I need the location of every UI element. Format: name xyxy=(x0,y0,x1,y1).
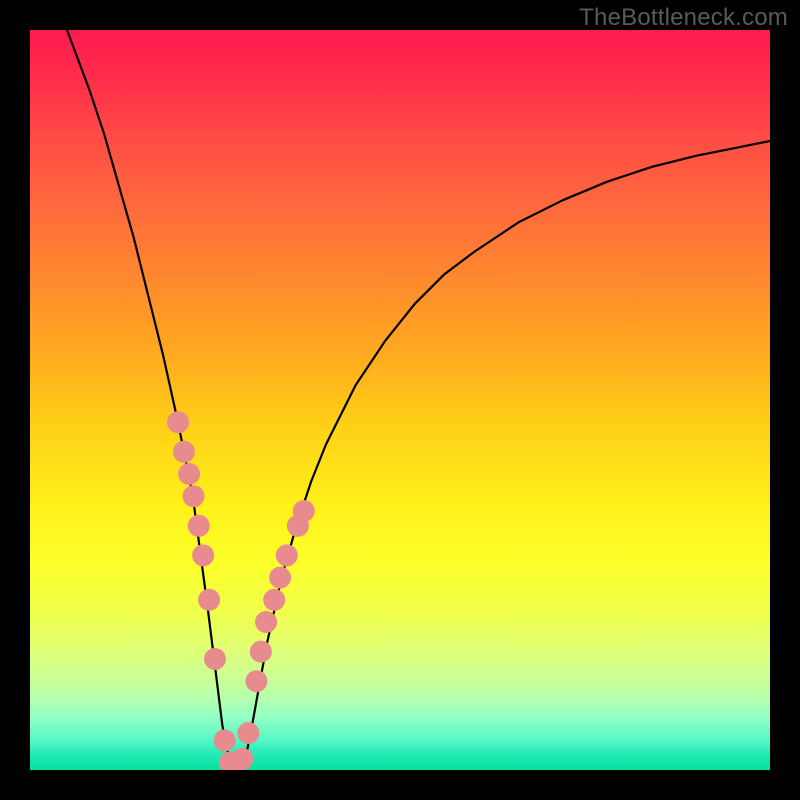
sample-dot xyxy=(237,722,259,744)
chart-frame: TheBottleneck.com xyxy=(0,0,800,800)
sample-dot xyxy=(263,589,285,611)
sample-dot xyxy=(276,544,298,566)
watermark-text: TheBottleneck.com xyxy=(579,4,788,32)
sample-dots-group xyxy=(167,411,315,770)
sample-dot xyxy=(255,611,277,633)
sample-dot xyxy=(192,544,214,566)
sample-dot xyxy=(183,485,205,507)
sample-dot xyxy=(293,500,315,522)
sample-dot xyxy=(173,441,195,463)
sample-dot xyxy=(188,515,210,537)
bottleneck-curve xyxy=(67,30,770,766)
sample-dot xyxy=(250,641,272,663)
sample-dot xyxy=(167,411,189,433)
sample-dot xyxy=(214,729,236,751)
chart-svg xyxy=(30,30,770,770)
sample-dot xyxy=(178,463,200,485)
sample-dot xyxy=(231,748,253,770)
sample-dot xyxy=(204,648,226,670)
sample-dot xyxy=(245,670,267,692)
plot-area xyxy=(30,30,770,770)
sample-dot xyxy=(269,567,291,589)
sample-dot xyxy=(198,589,220,611)
